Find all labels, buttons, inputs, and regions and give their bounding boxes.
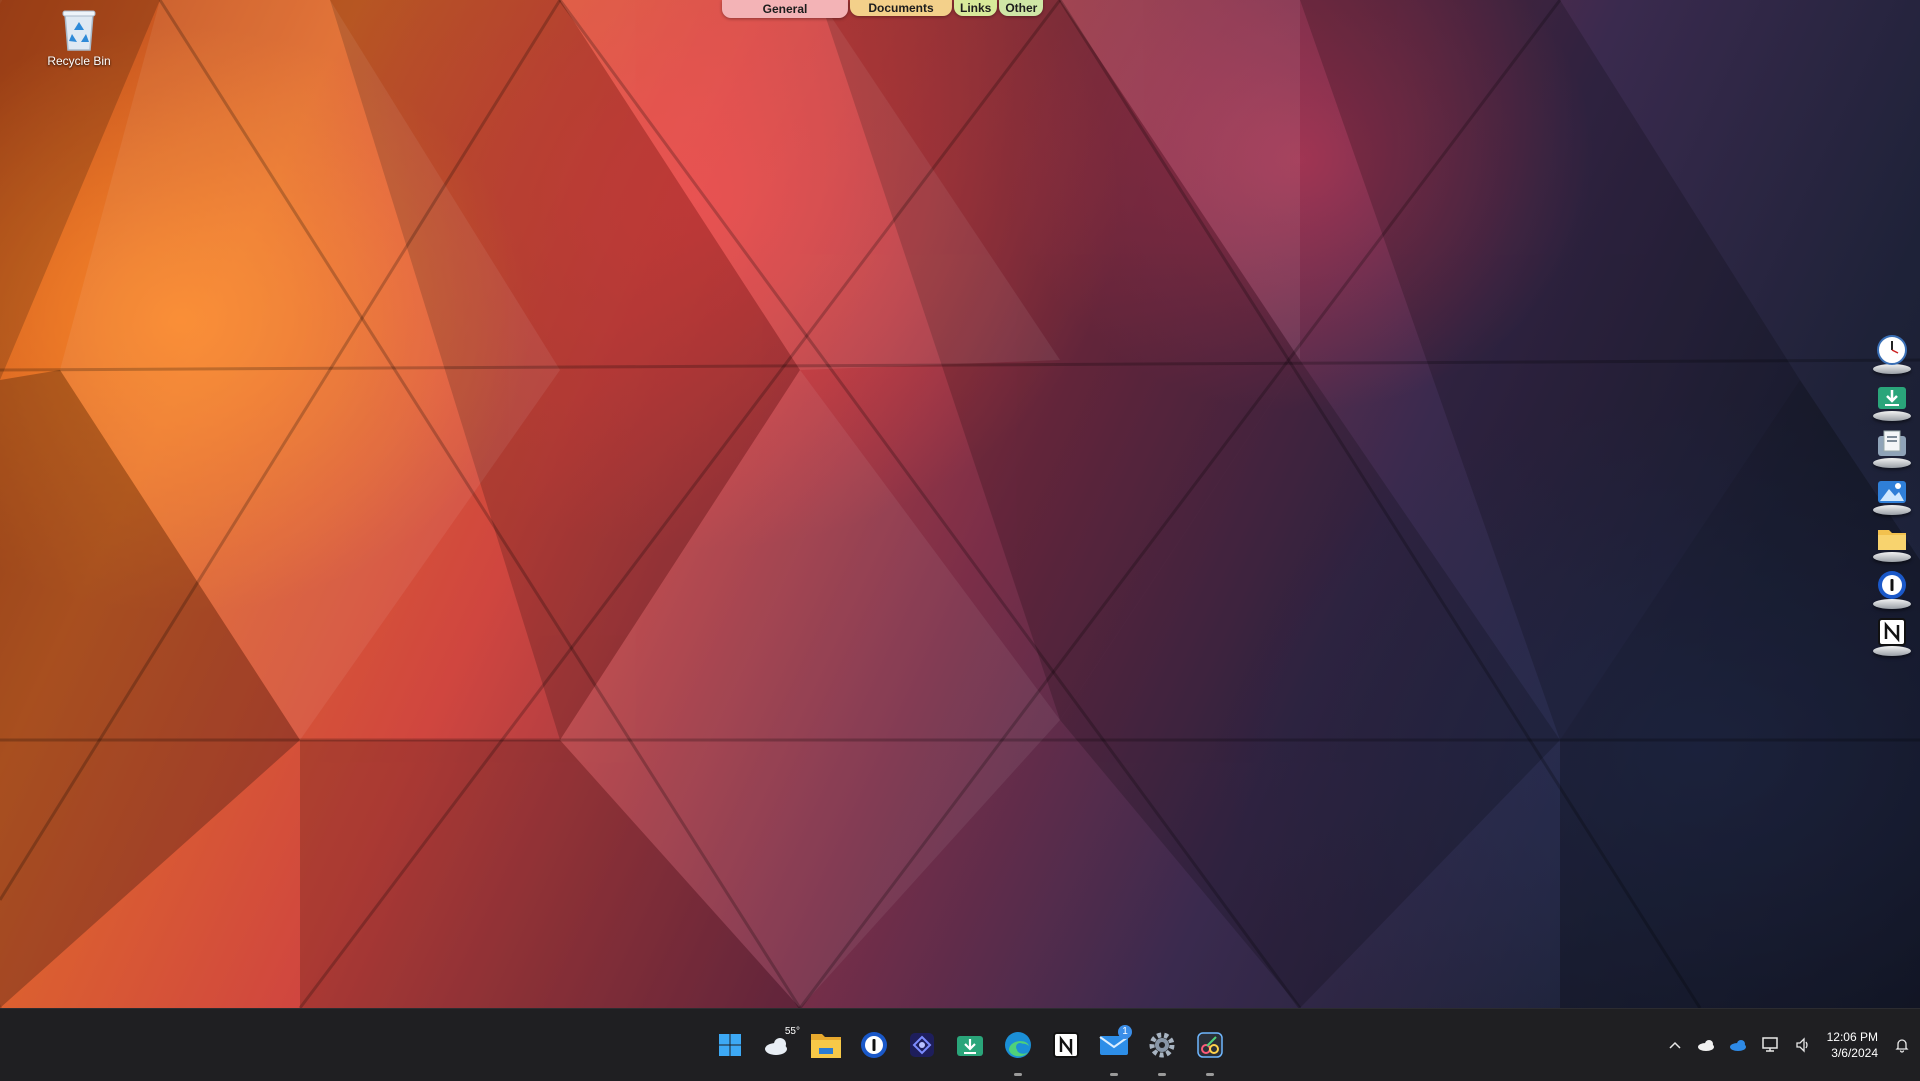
edge-icon [1005, 1032, 1031, 1058]
fence-tab-other[interactable]: Other [999, 0, 1044, 16]
taskbar-pinned-apps: 55° 1 [706, 1009, 1234, 1081]
app-taskbar-button[interactable] [898, 1021, 946, 1069]
notifications-button[interactable] [1884, 1029, 1920, 1061]
snipping-tool-taskbar-button[interactable] [1186, 1021, 1234, 1076]
file-explorer-button[interactable] [802, 1021, 850, 1069]
edge-taskbar-button[interactable] [994, 1021, 1042, 1076]
onedrive-personal-tray-button[interactable] [1691, 1029, 1723, 1061]
clock-icon [1877, 335, 1907, 365]
desktop-wallpaper: Recycle Bin General Documents Links Othe… [0, 0, 1920, 1008]
clock-date: 3/6/2024 [1831, 1046, 1878, 1060]
notion-icon [1878, 618, 1906, 646]
dock-item-downloads[interactable] [1871, 379, 1913, 421]
dock-item-documents[interactable] [1871, 426, 1913, 468]
volume-tray-button[interactable] [1787, 1029, 1819, 1061]
start-button[interactable] [706, 1021, 754, 1069]
network-icon [1761, 1037, 1778, 1052]
1password-taskbar-button[interactable] [850, 1021, 898, 1069]
downloads-icon [957, 1036, 983, 1056]
wallpaper-facets [0, 0, 1920, 1008]
cloud-icon [1697, 1040, 1714, 1051]
clock-time: 12:06 PM [1826, 1030, 1878, 1044]
speaker-icon [1795, 1037, 1808, 1053]
onedrive-business-tray-button[interactable] [1723, 1029, 1755, 1061]
chevron-up-icon [1669, 1041, 1681, 1049]
mail-unread-badge: 1 [1118, 1025, 1132, 1039]
dock-item-clock[interactable] [1871, 332, 1913, 374]
app-icon [910, 1033, 934, 1057]
settings-running-indicator [1158, 1073, 1166, 1076]
fence-tab-links[interactable]: Links [954, 0, 998, 16]
network-tray-button[interactable] [1755, 1029, 1787, 1061]
snipping-tool-icon [1197, 1032, 1223, 1058]
fences-tab-bar: General Documents Links Other [722, 0, 1045, 18]
1password-icon [861, 1032, 887, 1058]
recycle-bin-icon [62, 10, 96, 51]
file-explorer-icon [811, 1034, 841, 1058]
dock-item-1password[interactable] [1871, 567, 1913, 609]
documents-icon [1878, 430, 1906, 456]
weather-icon [765, 1038, 787, 1055]
edge-running-indicator [1014, 1073, 1022, 1076]
recycle-bin-desktop-icon[interactable]: Recycle Bin [36, 8, 122, 68]
side-dock [1870, 332, 1914, 661]
recycle-bin-label: Recycle Bin [47, 54, 111, 68]
weather-temperature: 55° [784, 1026, 800, 1037]
show-hidden-icons-button[interactable] [1659, 1029, 1691, 1061]
weather-widget-button[interactable]: 55° [754, 1021, 802, 1069]
bell-icon [1895, 1039, 1909, 1053]
downloads-icon [1878, 387, 1906, 409]
mail-taskbar-button[interactable]: 1 [1090, 1021, 1138, 1076]
dock-item-notion[interactable] [1871, 614, 1913, 656]
1password-icon [1878, 571, 1906, 599]
taskbar-clock[interactable]: 12:06 PM 3/6/2024 [1827, 1029, 1878, 1061]
fence-tab-documents[interactable]: Documents [850, 0, 952, 16]
fence-tab-general[interactable]: General [722, 0, 848, 18]
dock-item-pictures[interactable] [1871, 473, 1913, 515]
mail-running-indicator [1110, 1073, 1118, 1076]
dock-item-folder[interactable] [1871, 520, 1913, 562]
notion-taskbar-button[interactable] [1042, 1021, 1090, 1069]
snipping-tool-running-indicator [1206, 1073, 1214, 1076]
onedrive-icon [1729, 1040, 1746, 1051]
notion-icon [1053, 1032, 1079, 1058]
taskbar: 55° 1 12:06 PM 3/6/2024 [0, 1008, 1920, 1081]
windows-start-icon [719, 1034, 741, 1056]
folder-icon [1878, 530, 1906, 550]
system-tray: 12:06 PM 3/6/2024 [1659, 1009, 1920, 1081]
settings-icon [1149, 1032, 1175, 1058]
settings-taskbar-button[interactable] [1138, 1021, 1186, 1076]
pictures-icon [1878, 481, 1906, 503]
downloads-taskbar-button[interactable] [946, 1021, 994, 1069]
